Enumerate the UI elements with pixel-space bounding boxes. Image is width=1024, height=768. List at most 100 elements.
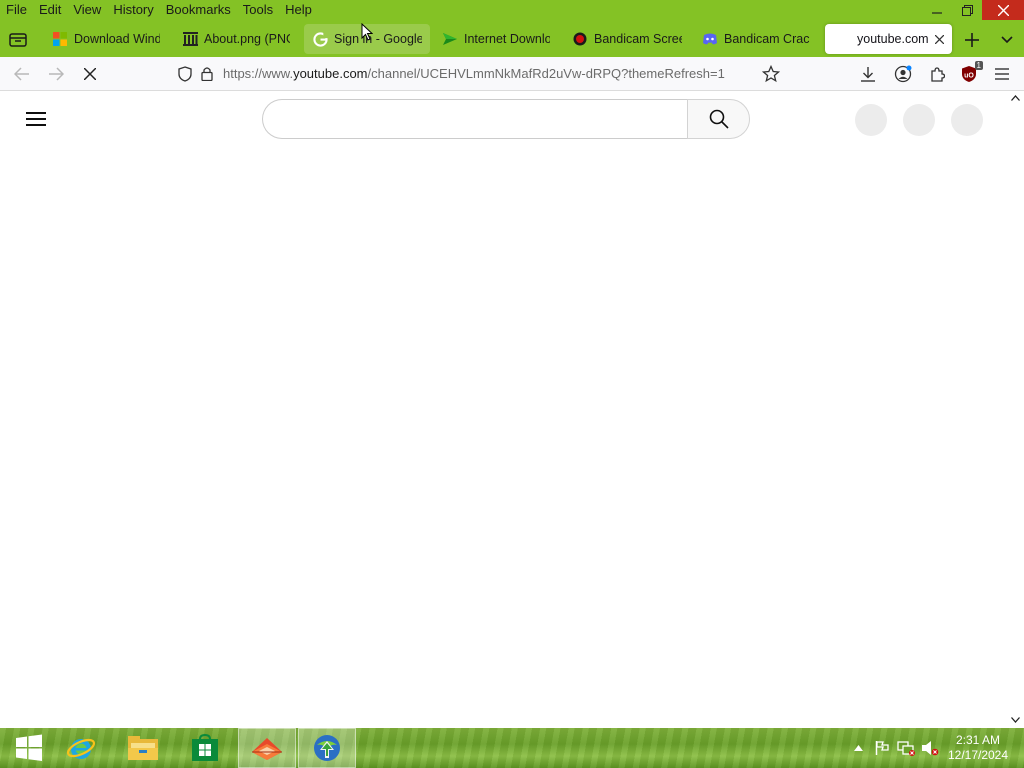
taskbar-internet-download-manager[interactable] bbox=[298, 728, 356, 768]
tab-bandicam-crack[interactable]: Bandicam Crack bbox=[694, 24, 818, 54]
tab-strip: Download Windo About.png (PNG Sign in - … bbox=[0, 20, 1024, 57]
avatar-placeholder bbox=[951, 104, 983, 136]
network-button[interactable] bbox=[894, 728, 918, 768]
tab-close-button[interactable] bbox=[934, 31, 945, 47]
idm-icon bbox=[314, 735, 340, 761]
hamburger-menu-icon bbox=[995, 68, 1009, 80]
header-button-placeholder bbox=[855, 104, 887, 136]
close-icon bbox=[997, 4, 1009, 16]
back-arrow-icon bbox=[14, 67, 29, 81]
bandicam-icon bbox=[572, 31, 588, 47]
url-text[interactable]: https://www.youtube.com/channel/UCEHVLmm… bbox=[223, 66, 753, 81]
search-input[interactable] bbox=[262, 99, 688, 139]
show-hidden-icons-button[interactable] bbox=[846, 728, 870, 768]
hamburger-line bbox=[26, 112, 46, 114]
close-icon bbox=[934, 34, 945, 45]
guide-menu-button[interactable] bbox=[24, 108, 48, 130]
start-icon bbox=[16, 734, 42, 761]
page-content bbox=[0, 91, 1024, 728]
stop-loading-icon bbox=[84, 68, 96, 80]
search-icon bbox=[709, 109, 729, 129]
hamburger-line bbox=[26, 124, 46, 126]
menu-edit[interactable]: Edit bbox=[33, 0, 67, 20]
ublock-origin-button[interactable]: uO 1 bbox=[957, 61, 983, 86]
url-host: youtube.com bbox=[293, 66, 368, 81]
firefox-view-icon bbox=[9, 33, 27, 47]
chevron-up-icon bbox=[853, 745, 863, 751]
extensions-button[interactable] bbox=[925, 62, 949, 86]
bookmark-star-button[interactable] bbox=[761, 64, 781, 86]
idm-icon bbox=[442, 31, 458, 47]
svg-text:uO: uO bbox=[964, 73, 974, 80]
network-disconnected-icon bbox=[897, 741, 915, 756]
volume-button[interactable] bbox=[918, 728, 942, 768]
tab-bandicam-screen[interactable]: Bandicam Scree bbox=[564, 24, 690, 54]
taskbar-internet-explorer[interactable] bbox=[52, 728, 110, 768]
tab-label: Bandicam Scree bbox=[594, 32, 682, 46]
chevron-down-icon bbox=[1001, 36, 1013, 44]
downloads-button[interactable] bbox=[856, 62, 880, 86]
tab-about-png[interactable]: About.png (PNG bbox=[174, 24, 298, 54]
clock[interactable]: 2:31 AM 12/17/2024 bbox=[942, 733, 1024, 763]
account-button[interactable] bbox=[891, 62, 915, 86]
menu-tools[interactable]: Tools bbox=[237, 0, 279, 20]
hamburger-line bbox=[26, 118, 46, 120]
menu-file[interactable]: File bbox=[0, 0, 33, 20]
tab-label: Download Windo bbox=[74, 32, 160, 46]
tab-label: youtube.com bbox=[857, 32, 929, 46]
tab-youtube[interactable]: youtube.com bbox=[825, 24, 952, 54]
menu-view[interactable]: View bbox=[67, 0, 107, 20]
taskbar-firefox[interactable] bbox=[238, 728, 296, 768]
search-button[interactable] bbox=[687, 99, 750, 139]
url-bar[interactable]: https://www.youtube.com/channel/UCEHVLmm… bbox=[170, 60, 786, 88]
tab-label: Internet Downlo bbox=[464, 32, 550, 46]
back-button[interactable] bbox=[10, 62, 34, 86]
mouse-cursor-icon bbox=[361, 22, 374, 45]
file-explorer-icon bbox=[128, 736, 158, 760]
flag-icon bbox=[875, 741, 889, 755]
clock-date: 12/17/2024 bbox=[947, 748, 1009, 762]
taskbar-store[interactable] bbox=[176, 728, 234, 768]
restore-icon bbox=[961, 4, 973, 16]
star-icon bbox=[761, 64, 781, 83]
internet-explorer-icon bbox=[66, 738, 96, 759]
taskbar: 2:31 AM 12/17/2024 bbox=[0, 728, 1024, 768]
tab-label: About.png (PNG bbox=[204, 32, 290, 46]
close-window-button[interactable] bbox=[982, 0, 1024, 20]
new-tab-button[interactable] bbox=[960, 28, 984, 52]
menu-help[interactable]: Help bbox=[279, 0, 318, 20]
speaker-muted-icon bbox=[922, 741, 939, 756]
stop-button[interactable] bbox=[78, 62, 102, 86]
account-icon bbox=[894, 65, 912, 83]
app-menu-button[interactable] bbox=[990, 62, 1014, 86]
download-icon bbox=[861, 67, 875, 82]
menu-history[interactable]: History bbox=[107, 0, 159, 20]
tracking-protection-shield-icon[interactable] bbox=[178, 66, 192, 85]
extension-badge-count: 1 bbox=[974, 61, 983, 70]
restore-button[interactable] bbox=[952, 0, 982, 20]
minimize-icon bbox=[932, 12, 942, 14]
tab-download-windows[interactable]: Download Windo bbox=[44, 24, 168, 54]
firefox-icon bbox=[252, 738, 282, 760]
scroll-down-arrow-icon[interactable] bbox=[1011, 715, 1020, 726]
clock-time: 2:31 AM bbox=[955, 733, 1001, 747]
menu-bookmarks[interactable]: Bookmarks bbox=[160, 0, 237, 20]
lock-icon[interactable] bbox=[201, 66, 213, 84]
forward-button[interactable] bbox=[44, 62, 68, 86]
start-button[interactable] bbox=[0, 728, 58, 768]
scroll-up-arrow-icon[interactable] bbox=[1011, 93, 1020, 104]
navigation-toolbar: https://www.youtube.com/channel/UCEHVLmm… bbox=[0, 57, 1024, 91]
tab-internet-download-manager[interactable]: Internet Downlo bbox=[434, 24, 558, 54]
tab-label: Sign in - Google bbox=[334, 32, 422, 46]
store-icon bbox=[192, 734, 218, 761]
tab-label: Bandicam Crack bbox=[724, 32, 810, 46]
firefox-view-button[interactable] bbox=[4, 26, 32, 52]
list-all-tabs-button[interactable] bbox=[996, 28, 1018, 52]
minimize-button[interactable] bbox=[922, 0, 952, 20]
system-tray: 2:31 AM 12/17/2024 bbox=[846, 728, 1024, 768]
google-icon bbox=[312, 31, 328, 47]
puzzle-piece-icon bbox=[931, 67, 945, 82]
taskbar-file-explorer[interactable] bbox=[114, 728, 172, 768]
menu-bar: File Edit View History Bookmarks Tools H… bbox=[0, 0, 1024, 20]
action-center-button[interactable] bbox=[870, 728, 894, 768]
